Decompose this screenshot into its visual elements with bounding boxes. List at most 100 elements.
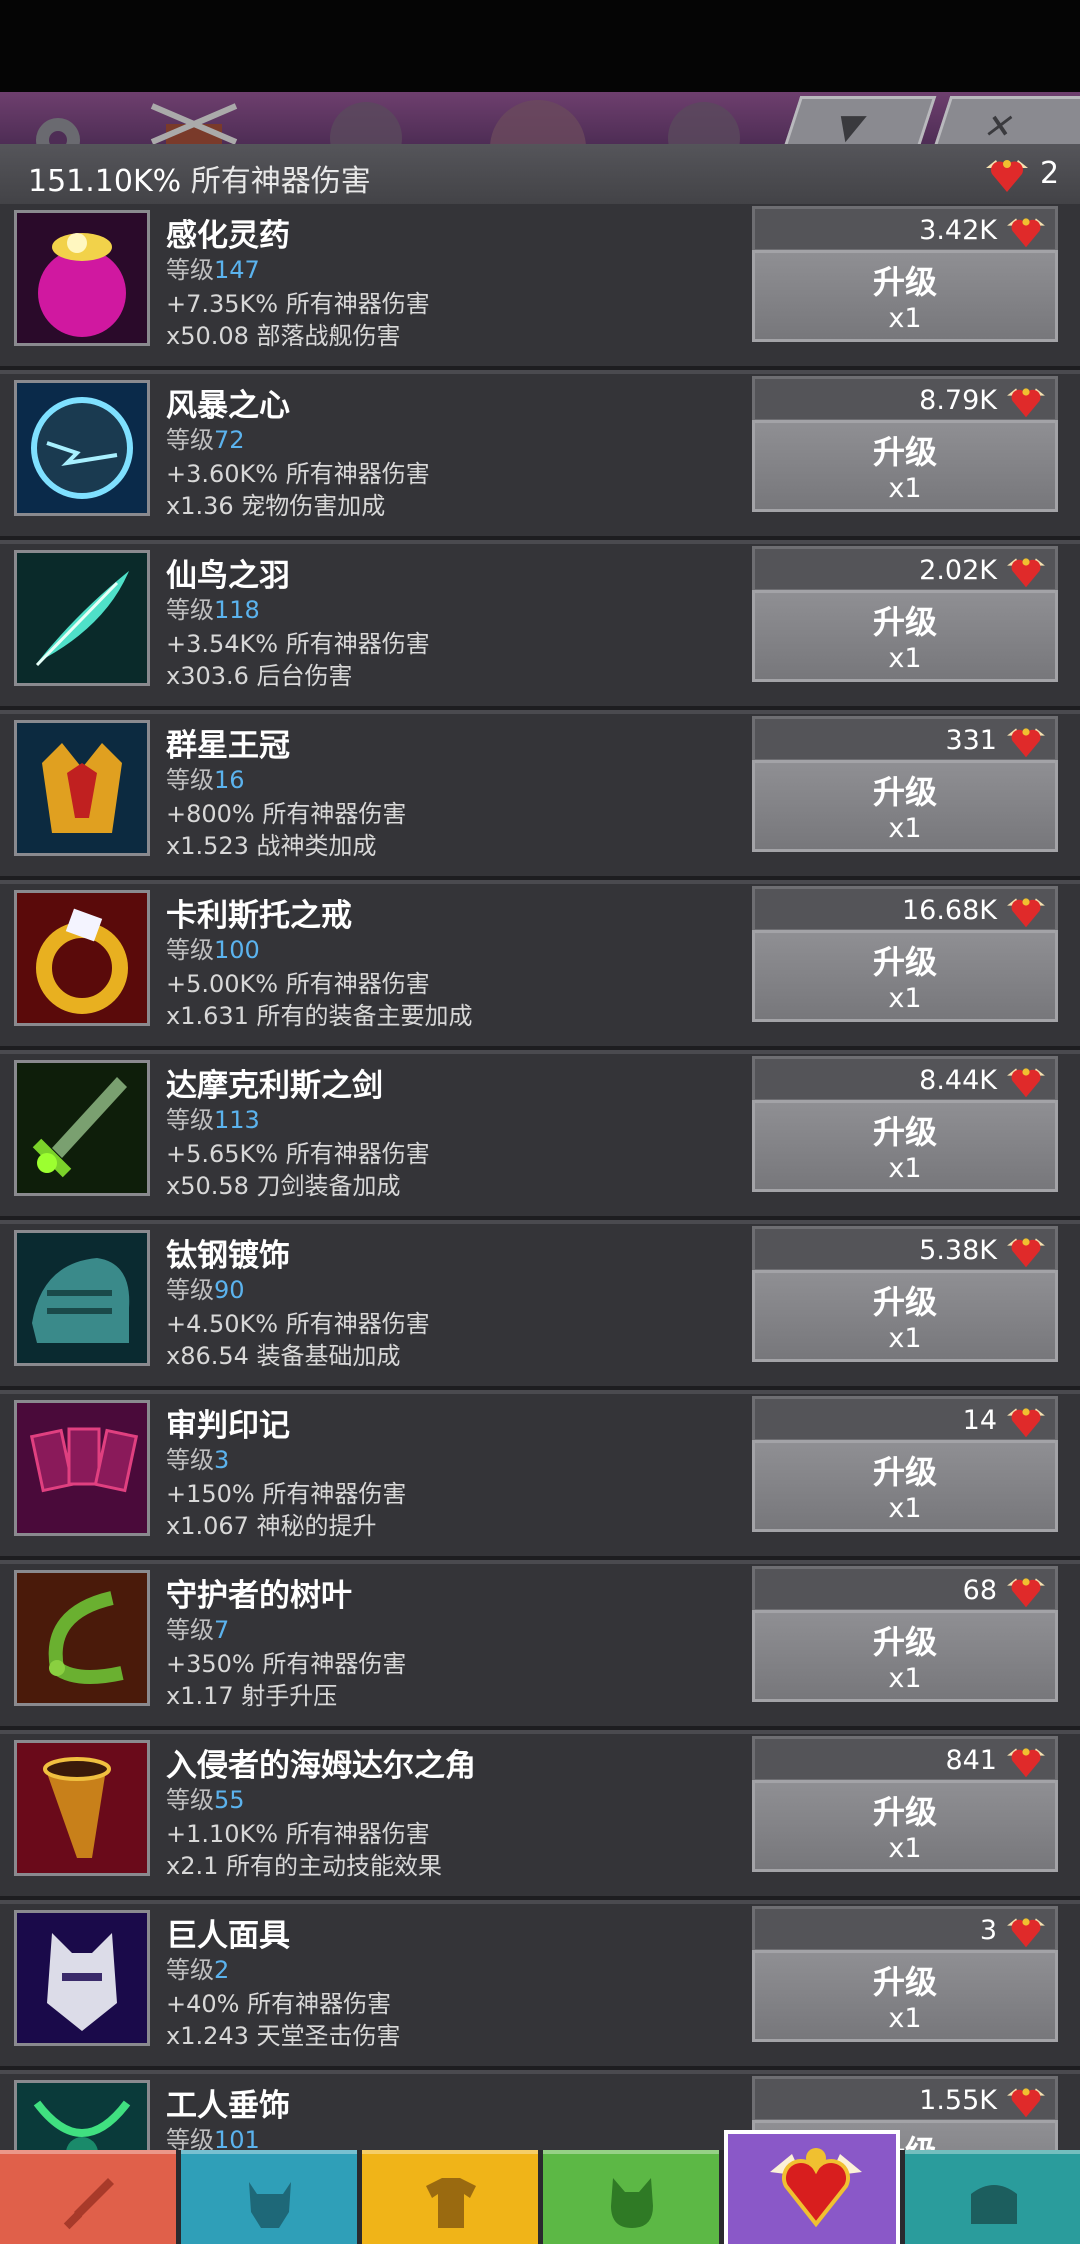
upgrade-button[interactable]: 升级 x1 <box>752 250 1058 342</box>
artifact-row: 仙鸟之羽 等级118 +3.54K% 所有神器伤害 x303.6 后台伤害 2.… <box>0 540 1080 714</box>
upgrade-button[interactable]: 升级 x1 <box>752 420 1058 512</box>
upgrade-multiplier: x1 <box>888 1663 922 1694</box>
level-value: 2 <box>214 1956 230 1984</box>
artifact-name: 巨人面具 <box>166 1918 290 1954</box>
total-damage-label: 所有神器伤害 <box>190 164 371 199</box>
artifact-list[interactable]: 感化灵药 等级147 +7.35K% 所有神器伤害 x50.08 部落战舰伤害 … <box>0 204 1080 2150</box>
cost-value: 14 <box>962 1405 997 1436</box>
level-label: 等级 <box>166 1276 214 1304</box>
upgrade-button[interactable]: 升级 x1 <box>752 1610 1058 1702</box>
artifact-name: 卡利斯托之戒 <box>166 898 352 934</box>
artifact-bonus-secondary: x1.36 宠物伤害加成 <box>166 492 386 520</box>
artifact-bonus-primary: +7.35K% 所有神器伤害 <box>166 290 430 318</box>
upgrade-label: 升级 <box>872 1113 937 1151</box>
upgrade-multiplier: x1 <box>888 983 922 1014</box>
nav-tab-hero[interactable] <box>181 2150 357 2244</box>
crossed-swords-icon[interactable] <box>146 102 242 144</box>
menu-circle-icon[interactable] <box>668 102 740 144</box>
winged-heart-icon <box>1007 1748 1045 1778</box>
artifact-bonus-secondary: x50.08 部落战舰伤害 <box>166 322 401 350</box>
gear-icon[interactable] <box>28 106 88 144</box>
level-value: 101 <box>214 2126 260 2150</box>
level-value: 90 <box>214 1276 245 1304</box>
artifact-bonus-primary: +3.60K% 所有神器伤害 <box>166 460 430 488</box>
pet-icon <box>611 2178 653 2228</box>
relic-count: 2 <box>1040 156 1060 191</box>
artifact-name: 风暴之心 <box>166 388 290 424</box>
artifact-name: 审判印记 <box>166 1408 290 1444</box>
upgrade-cost: 14 <box>752 1396 1058 1442</box>
pendant-icon <box>14 2080 150 2150</box>
upgrade-button[interactable]: 升级 x1 <box>752 760 1058 852</box>
artifact-level: 等级100 <box>166 930 260 965</box>
nav-tab-pet[interactable] <box>543 2150 719 2244</box>
artifact-name: 达摩克利斯之剑 <box>166 1068 383 1104</box>
artifact-level: 等级118 <box>166 590 260 625</box>
level-value: 72 <box>214 426 245 454</box>
artifact-bonus-primary: +1.10K% 所有神器伤害 <box>166 1820 430 1848</box>
upgrade-multiplier: x1 <box>888 303 922 334</box>
cost-value: 8.44K <box>919 1065 997 1096</box>
upgrade-button[interactable]: 升级 x1 <box>752 930 1058 1022</box>
artifact-row: 感化灵药 等级147 +7.35K% 所有神器伤害 x50.08 部落战舰伤害 … <box>0 204 1080 374</box>
upgrade-label: 升级 <box>872 263 937 301</box>
artifact-row: 审判印记 等级3 +150% 所有神器伤害 x1.067 神秘的提升 14 升级… <box>0 1390 1080 1564</box>
menu-circle-icon[interactable] <box>330 102 402 144</box>
row-divider <box>0 1560 1080 1564</box>
menu-circle-icon[interactable] <box>490 100 586 144</box>
upgrade-button[interactable]: 升级 x1 <box>752 1950 1058 2042</box>
upgrade-button[interactable]: 升级 x1 <box>752 1270 1058 1362</box>
level-value: 113 <box>214 1106 260 1134</box>
artifact-bonus-primary: +350% 所有神器伤害 <box>166 1650 407 1678</box>
sword-icon <box>63 2178 114 2230</box>
upgrade-button[interactable]: 升级 x1 <box>752 1780 1058 1872</box>
artifact-bonus-secondary: x303.6 后台伤害 <box>166 662 353 690</box>
upgrade-cost: 5.38K <box>752 1226 1058 1272</box>
cost-value: 1.55K <box>919 2085 997 2116</box>
artifact-name: 工人垂饰 <box>166 2088 290 2124</box>
nav-tab-sword[interactable] <box>0 2150 176 2244</box>
chevron-down-icon: ▼ <box>830 107 870 144</box>
upgrade-multiplier: x1 <box>888 1833 922 1864</box>
artifact-bonus-secondary: x1.523 战神类加成 <box>166 832 377 860</box>
nav-tab-artifacts[interactable] <box>724 2130 900 2244</box>
level-value: 7 <box>214 1616 230 1644</box>
cost-value: 841 <box>945 1745 997 1776</box>
artifact-row: 巨人面具 等级2 +40% 所有神器伤害 x1.243 天堂圣击伤害 3 升级 … <box>0 1900 1080 2074</box>
upgrade-button[interactable]: 升级 x1 <box>752 590 1058 682</box>
winged-heart-icon <box>986 160 1028 192</box>
level-label: 等级 <box>166 256 214 284</box>
row-divider <box>0 880 1080 884</box>
artifact-name: 入侵者的海姆达尔之角 <box>166 1748 476 1784</box>
nav-tab-shop[interactable] <box>905 2150 1080 2244</box>
level-value: 147 <box>214 256 260 284</box>
upgrade-button[interactable]: 升级 x1 <box>752 1440 1058 1532</box>
row-divider <box>0 2070 1080 2074</box>
level-label: 等级 <box>166 766 214 794</box>
upgrade-multiplier: x1 <box>888 1493 922 1524</box>
level-label: 等级 <box>166 1616 214 1644</box>
artifact-row: 卡利斯托之戒 等级100 +5.00K% 所有神器伤害 x1.631 所有的装备… <box>0 880 1080 1054</box>
collapse-tab[interactable]: ▼ <box>783 96 937 144</box>
artifact-bonus-primary: +5.00K% 所有神器伤害 <box>166 970 430 998</box>
level-label: 等级 <box>166 426 214 454</box>
upgrade-multiplier: x1 <box>888 1153 922 1184</box>
artifact-row: 风暴之心 等级72 +3.60K% 所有神器伤害 x1.36 宠物伤害加成 8.… <box>0 370 1080 544</box>
level-label: 等级 <box>166 596 214 624</box>
artifact-name: 钛钢镀饰 <box>166 1238 290 1274</box>
row-divider <box>0 370 1080 374</box>
cards-icon <box>14 1400 150 1536</box>
artifact-bonus-primary: +40% 所有神器伤害 <box>166 1990 392 2018</box>
bottom-nav <box>0 2130 1080 2244</box>
artifact-row: 守护者的树叶 等级7 +350% 所有神器伤害 x1.17 射手升压 68 升级… <box>0 1560 1080 1734</box>
close-tab[interactable]: ✕ <box>933 96 1080 144</box>
cost-value: 16.68K <box>901 895 997 926</box>
artifact-bonus-secondary: x50.58 刀剑装备加成 <box>166 1172 401 1200</box>
cost-value: 8.79K <box>919 385 997 416</box>
upgrade-cost: 8.44K <box>752 1056 1058 1102</box>
upgrade-button[interactable]: 升级 x1 <box>752 1100 1058 1192</box>
upgrade-label: 升级 <box>872 1623 937 1661</box>
level-label: 等级 <box>166 2126 214 2150</box>
nav-tab-equipment[interactable] <box>362 2150 538 2244</box>
upgrade-cost: 2.02K <box>752 546 1058 592</box>
